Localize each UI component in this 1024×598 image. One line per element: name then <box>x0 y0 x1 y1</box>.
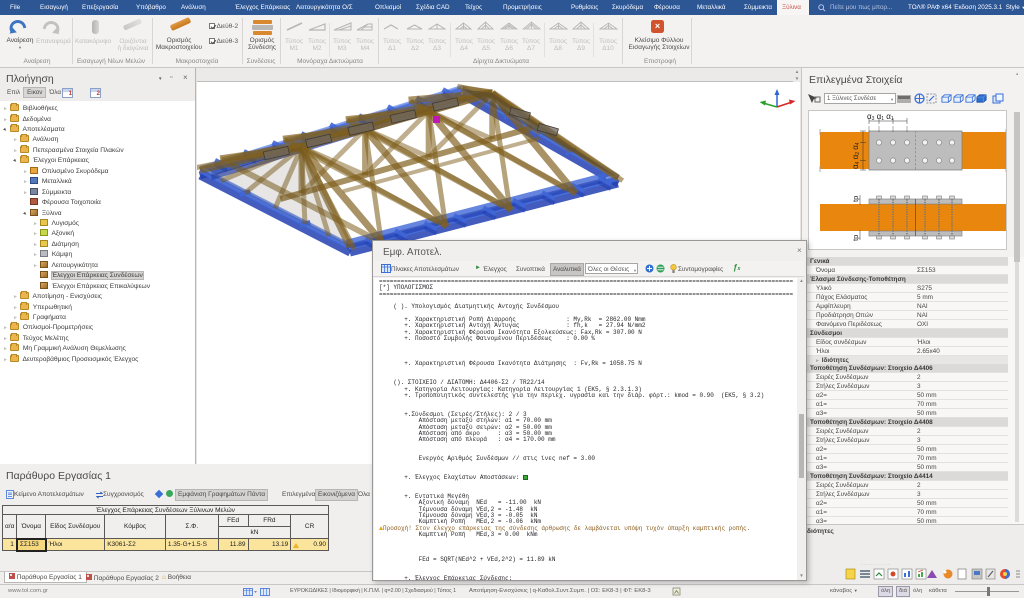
svg-text:α3 α1 α1: α3 α1 α1 <box>867 112 894 122</box>
svg-text:α4 α2 α4: α4 α2 α4 <box>851 142 861 169</box>
svg-text:tp: tp <box>851 196 860 202</box>
svg-text:tp: tp <box>851 235 860 241</box>
